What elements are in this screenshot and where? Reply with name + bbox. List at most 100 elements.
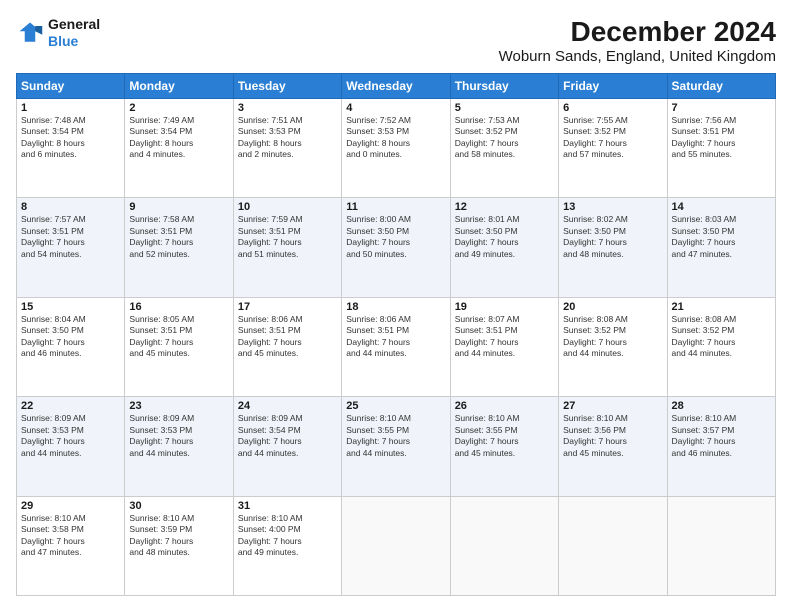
page: General Blue December 2024 Woburn Sands,… bbox=[0, 0, 792, 612]
day-info: Sunrise: 8:00 AM Sunset: 3:50 PM Dayligh… bbox=[346, 214, 445, 260]
table-row: 23Sunrise: 8:09 AM Sunset: 3:53 PM Dayli… bbox=[125, 397, 233, 496]
day-info: Sunrise: 8:10 AM Sunset: 3:55 PM Dayligh… bbox=[346, 413, 445, 459]
day-info: Sunrise: 7:51 AM Sunset: 3:53 PM Dayligh… bbox=[238, 115, 337, 161]
day-number: 3 bbox=[238, 102, 337, 114]
table-row bbox=[450, 496, 558, 595]
day-info: Sunrise: 7:55 AM Sunset: 3:52 PM Dayligh… bbox=[563, 115, 662, 161]
logo-text-blue: Blue bbox=[48, 33, 100, 50]
table-row: 22Sunrise: 8:09 AM Sunset: 3:53 PM Dayli… bbox=[17, 397, 125, 496]
table-row: 26Sunrise: 8:10 AM Sunset: 3:55 PM Dayli… bbox=[450, 397, 558, 496]
day-number: 19 bbox=[455, 301, 554, 313]
table-row: 4Sunrise: 7:52 AM Sunset: 3:53 PM Daylig… bbox=[342, 99, 450, 198]
table-row: 12Sunrise: 8:01 AM Sunset: 3:50 PM Dayli… bbox=[450, 198, 558, 297]
day-info: Sunrise: 8:10 AM Sunset: 3:55 PM Dayligh… bbox=[455, 413, 554, 459]
table-row: 10Sunrise: 7:59 AM Sunset: 3:51 PM Dayli… bbox=[233, 198, 341, 297]
day-number: 7 bbox=[672, 102, 771, 114]
logo-icon bbox=[16, 19, 44, 47]
table-row: 9Sunrise: 7:58 AM Sunset: 3:51 PM Daylig… bbox=[125, 198, 233, 297]
day-number: 15 bbox=[21, 301, 120, 313]
day-info: Sunrise: 8:07 AM Sunset: 3:51 PM Dayligh… bbox=[455, 314, 554, 360]
table-row: 2Sunrise: 7:49 AM Sunset: 3:54 PM Daylig… bbox=[125, 99, 233, 198]
day-info: Sunrise: 7:58 AM Sunset: 3:51 PM Dayligh… bbox=[129, 214, 228, 260]
table-row: 18Sunrise: 8:06 AM Sunset: 3:51 PM Dayli… bbox=[342, 297, 450, 396]
day-info: Sunrise: 7:53 AM Sunset: 3:52 PM Dayligh… bbox=[455, 115, 554, 161]
day-number: 31 bbox=[238, 500, 337, 512]
day-info: Sunrise: 8:06 AM Sunset: 3:51 PM Dayligh… bbox=[238, 314, 337, 360]
page-title: December 2024 bbox=[499, 16, 776, 48]
day-number: 30 bbox=[129, 500, 228, 512]
table-row: 17Sunrise: 8:06 AM Sunset: 3:51 PM Dayli… bbox=[233, 297, 341, 396]
day-info: Sunrise: 8:10 AM Sunset: 3:57 PM Dayligh… bbox=[672, 413, 771, 459]
col-tuesday: Tuesday bbox=[233, 74, 341, 99]
day-number: 25 bbox=[346, 400, 445, 412]
day-info: Sunrise: 7:49 AM Sunset: 3:54 PM Dayligh… bbox=[129, 115, 228, 161]
calendar-week-2: 8Sunrise: 7:57 AM Sunset: 3:51 PM Daylig… bbox=[17, 198, 776, 297]
col-sunday: Sunday bbox=[17, 74, 125, 99]
table-row: 1Sunrise: 7:48 AM Sunset: 3:54 PM Daylig… bbox=[17, 99, 125, 198]
table-row: 13Sunrise: 8:02 AM Sunset: 3:50 PM Dayli… bbox=[559, 198, 667, 297]
day-info: Sunrise: 8:10 AM Sunset: 3:58 PM Dayligh… bbox=[21, 513, 120, 559]
day-number: 8 bbox=[21, 201, 120, 213]
col-thursday: Thursday bbox=[450, 74, 558, 99]
table-row: 16Sunrise: 8:05 AM Sunset: 3:51 PM Dayli… bbox=[125, 297, 233, 396]
table-row: 7Sunrise: 7:56 AM Sunset: 3:51 PM Daylig… bbox=[667, 99, 775, 198]
page-subtitle: Woburn Sands, England, United Kingdom bbox=[499, 48, 776, 65]
day-number: 28 bbox=[672, 400, 771, 412]
day-info: Sunrise: 7:57 AM Sunset: 3:51 PM Dayligh… bbox=[21, 214, 120, 260]
day-info: Sunrise: 8:10 AM Sunset: 3:56 PM Dayligh… bbox=[563, 413, 662, 459]
day-info: Sunrise: 7:56 AM Sunset: 3:51 PM Dayligh… bbox=[672, 115, 771, 161]
day-info: Sunrise: 8:05 AM Sunset: 3:51 PM Dayligh… bbox=[129, 314, 228, 360]
day-number: 4 bbox=[346, 102, 445, 114]
day-number: 24 bbox=[238, 400, 337, 412]
table-row: 28Sunrise: 8:10 AM Sunset: 3:57 PM Dayli… bbox=[667, 397, 775, 496]
calendar-week-1: 1Sunrise: 7:48 AM Sunset: 3:54 PM Daylig… bbox=[17, 99, 776, 198]
day-info: Sunrise: 8:09 AM Sunset: 3:53 PM Dayligh… bbox=[21, 413, 120, 459]
day-number: 10 bbox=[238, 201, 337, 213]
table-row: 3Sunrise: 7:51 AM Sunset: 3:53 PM Daylig… bbox=[233, 99, 341, 198]
header: General Blue December 2024 Woburn Sands,… bbox=[16, 16, 776, 65]
day-number: 27 bbox=[563, 400, 662, 412]
day-number: 2 bbox=[129, 102, 228, 114]
calendar-table: Sunday Monday Tuesday Wednesday Thursday… bbox=[16, 73, 776, 596]
day-number: 18 bbox=[346, 301, 445, 313]
day-info: Sunrise: 8:04 AM Sunset: 3:50 PM Dayligh… bbox=[21, 314, 120, 360]
table-row: 30Sunrise: 8:10 AM Sunset: 3:59 PM Dayli… bbox=[125, 496, 233, 595]
table-row: 15Sunrise: 8:04 AM Sunset: 3:50 PM Dayli… bbox=[17, 297, 125, 396]
table-row: 29Sunrise: 8:10 AM Sunset: 3:58 PM Dayli… bbox=[17, 496, 125, 595]
table-row: 19Sunrise: 8:07 AM Sunset: 3:51 PM Dayli… bbox=[450, 297, 558, 396]
table-row: 27Sunrise: 8:10 AM Sunset: 3:56 PM Dayli… bbox=[559, 397, 667, 496]
table-row bbox=[559, 496, 667, 595]
day-info: Sunrise: 8:01 AM Sunset: 3:50 PM Dayligh… bbox=[455, 214, 554, 260]
table-row: 20Sunrise: 8:08 AM Sunset: 3:52 PM Dayli… bbox=[559, 297, 667, 396]
day-info: Sunrise: 8:10 AM Sunset: 4:00 PM Dayligh… bbox=[238, 513, 337, 559]
table-row: 31Sunrise: 8:10 AM Sunset: 4:00 PM Dayli… bbox=[233, 496, 341, 595]
table-row: 6Sunrise: 7:55 AM Sunset: 3:52 PM Daylig… bbox=[559, 99, 667, 198]
day-number: 23 bbox=[129, 400, 228, 412]
day-info: Sunrise: 8:06 AM Sunset: 3:51 PM Dayligh… bbox=[346, 314, 445, 360]
day-info: Sunrise: 8:08 AM Sunset: 3:52 PM Dayligh… bbox=[672, 314, 771, 360]
table-row: 21Sunrise: 8:08 AM Sunset: 3:52 PM Dayli… bbox=[667, 297, 775, 396]
table-row: 5Sunrise: 7:53 AM Sunset: 3:52 PM Daylig… bbox=[450, 99, 558, 198]
logo: General Blue bbox=[16, 16, 100, 50]
table-row: 25Sunrise: 8:10 AM Sunset: 3:55 PM Dayli… bbox=[342, 397, 450, 496]
calendar-week-4: 22Sunrise: 8:09 AM Sunset: 3:53 PM Dayli… bbox=[17, 397, 776, 496]
day-info: Sunrise: 8:10 AM Sunset: 3:59 PM Dayligh… bbox=[129, 513, 228, 559]
day-number: 9 bbox=[129, 201, 228, 213]
day-number: 29 bbox=[21, 500, 120, 512]
table-row: 24Sunrise: 8:09 AM Sunset: 3:54 PM Dayli… bbox=[233, 397, 341, 496]
day-number: 11 bbox=[346, 201, 445, 213]
day-number: 21 bbox=[672, 301, 771, 313]
col-saturday: Saturday bbox=[667, 74, 775, 99]
day-info: Sunrise: 7:48 AM Sunset: 3:54 PM Dayligh… bbox=[21, 115, 120, 161]
day-info: Sunrise: 8:09 AM Sunset: 3:54 PM Dayligh… bbox=[238, 413, 337, 459]
table-row: 8Sunrise: 7:57 AM Sunset: 3:51 PM Daylig… bbox=[17, 198, 125, 297]
table-row bbox=[342, 496, 450, 595]
title-block: December 2024 Woburn Sands, England, Uni… bbox=[499, 16, 776, 65]
logo-text-general: General bbox=[48, 16, 100, 33]
day-number: 20 bbox=[563, 301, 662, 313]
day-info: Sunrise: 7:52 AM Sunset: 3:53 PM Dayligh… bbox=[346, 115, 445, 161]
day-info: Sunrise: 8:08 AM Sunset: 3:52 PM Dayligh… bbox=[563, 314, 662, 360]
day-number: 12 bbox=[455, 201, 554, 213]
day-number: 22 bbox=[21, 400, 120, 412]
col-wednesday: Wednesday bbox=[342, 74, 450, 99]
